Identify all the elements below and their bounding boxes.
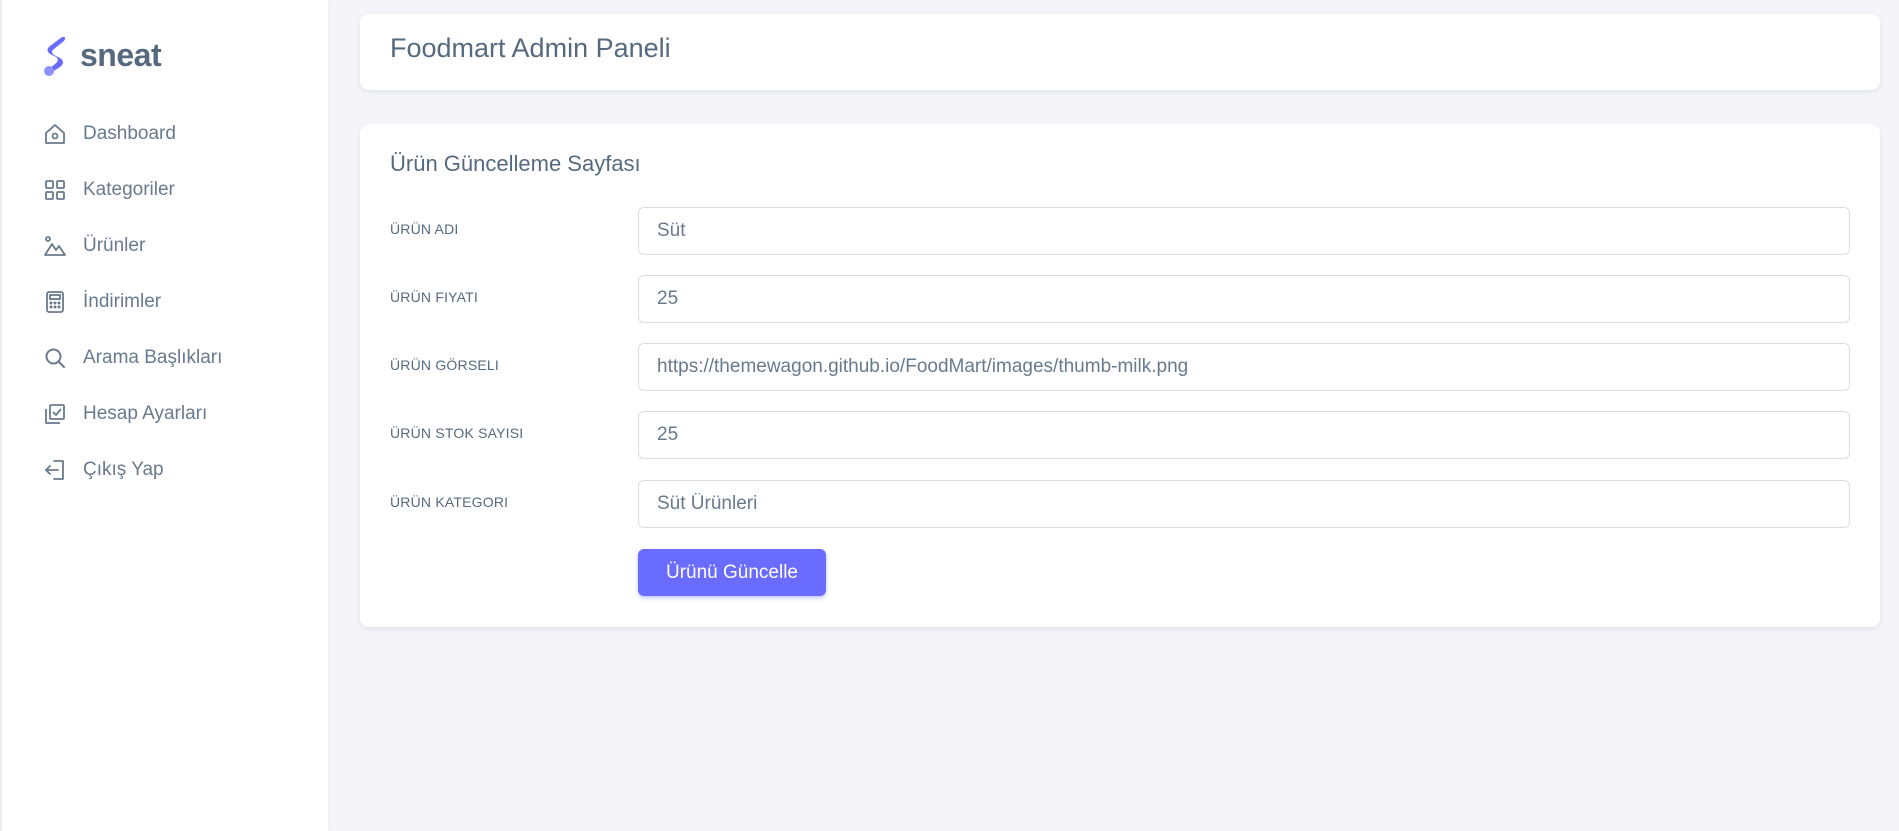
form-row-price: ÜRÜN FIYATI [390,275,1850,323]
logout-icon [42,457,68,483]
sidebar-item-dashboard[interactable]: Dashboard [42,106,312,162]
sidebar-item-label: Kategoriler [83,179,175,200]
product-update-form: Ürün Güncelleme Sayfası ÜRÜN ADI ÜRÜN FI… [360,124,1880,627]
product-category-input[interactable] [638,480,1850,528]
field-label: ÜRÜN ADI [390,221,459,237]
field-label: ÜRÜN KATEGORI [390,494,509,510]
product-stock-input[interactable] [638,411,1850,459]
calculator-icon [42,289,68,315]
form-title: Ürün Güncelleme Sayfası [390,151,641,176]
product-image-url-input[interactable] [638,343,1850,391]
product-name-input[interactable] [638,207,1850,255]
form-row-category: ÜRÜN KATEGORI [390,480,1850,528]
search-icon [42,345,68,371]
checkbox-icon [42,401,68,427]
brand[interactable]: sneat [42,34,162,76]
sidebar-item-arama-basliklari[interactable]: Arama Başlıkları [42,330,312,386]
field-label: ÜRÜN GÖRSELI [390,357,499,373]
sidebar-item-kategoriler[interactable]: Kategoriler [42,162,312,218]
sidebar-item-indirimler[interactable]: İndirimler [42,274,312,330]
sidebar-item-hesap-ayarlari[interactable]: Hesap Ayarları [42,386,312,442]
sidebar-item-urunler[interactable]: Ürünler [42,218,312,274]
sneat-logo-icon [44,36,66,76]
shapes-icon [42,233,68,259]
sidebar-item-label: Çıkış Yap [83,459,164,480]
sidebar-item-label: Hesap Ayarları [83,403,208,424]
sidebar-menu: Dashboard Kategoriler Ürünler İndirimler… [42,106,312,498]
field-label: ÜRÜN STOK SAYISI [390,425,524,441]
sidebar-item-label: Arama Başlıkları [83,347,223,368]
header-card: Foodmart Admin Paneli [360,14,1880,90]
field-label: ÜRÜN FIYATI [390,289,479,305]
sidebar-item-label: İndirimler [83,291,162,312]
form-row-stock: ÜRÜN STOK SAYISI [390,411,1850,459]
sidebar-item-label: Ürünler [83,235,146,256]
sidebar: sneat Dashboard Kategoriler Ürünler İndi… [0,0,328,831]
sidebar-item-cikis-yap[interactable]: Çıkış Yap [42,442,312,498]
form-row-name: ÜRÜN ADI [390,207,1850,255]
form-row-image: ÜRÜN GÖRSELI [390,343,1850,391]
home-icon [42,121,68,147]
sidebar-item-label: Dashboard [83,123,176,144]
brand-name: sneat [80,36,162,73]
page-title: Foodmart Admin Paneli [390,33,671,63]
product-price-input[interactable] [638,275,1850,323]
update-product-button[interactable]: Ürünü Güncelle [638,549,826,596]
grid-icon [42,177,68,203]
